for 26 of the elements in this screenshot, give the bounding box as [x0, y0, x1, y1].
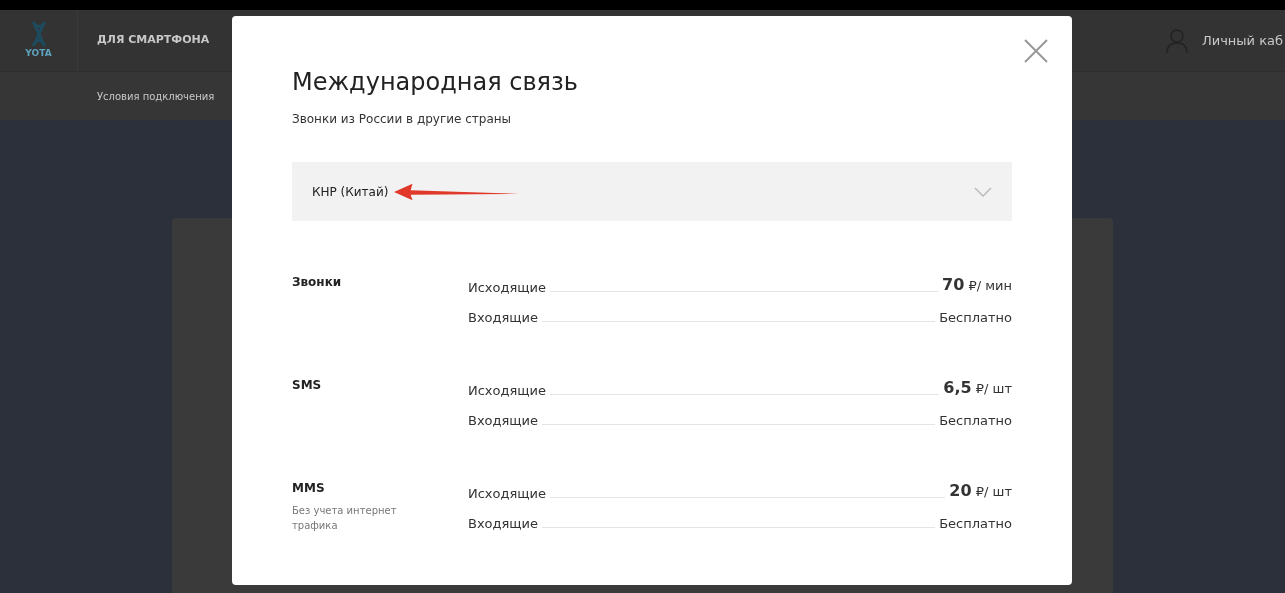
chevron-down-icon [974, 186, 992, 197]
row-label: Исходящие [468, 381, 547, 400]
section-title: MMS [292, 480, 326, 497]
price: 70 ₽/ мин [942, 274, 1012, 296]
modal-subtitle: Звонки из России в другие страны [292, 111, 513, 128]
price: 20 ₽/ шт [949, 480, 1012, 502]
price: Бесплатно [939, 514, 1012, 533]
section-note: Без учета интернет трафика [292, 504, 398, 533]
section-title: Звонки [292, 274, 343, 291]
account-link[interactable]: Личный каб [1201, 30, 1283, 51]
row-label: Исходящие [468, 278, 547, 297]
subnav-item[interactable]: Условия подключения [97, 88, 215, 104]
row-label: Входящие [468, 308, 539, 327]
row-label: Входящие [468, 411, 539, 430]
price: 6,5 ₽/ шт [943, 377, 1012, 399]
modal-title: Международная связь [292, 67, 579, 98]
country-select[interactable]: КНР (Китай) [292, 162, 1012, 221]
price: Бесплатно [939, 411, 1012, 430]
nav-item[interactable]: ДЛЯ СМАРТФОНА [97, 32, 210, 49]
row-label: Входящие [468, 514, 539, 533]
logo-text: YOTA [25, 46, 52, 60]
section-title: SMS [292, 377, 323, 394]
close-icon[interactable] [1024, 39, 1048, 63]
price: Бесплатно [939, 308, 1012, 327]
row-label: Исходящие [468, 484, 547, 503]
logo-icon [30, 20, 47, 47]
